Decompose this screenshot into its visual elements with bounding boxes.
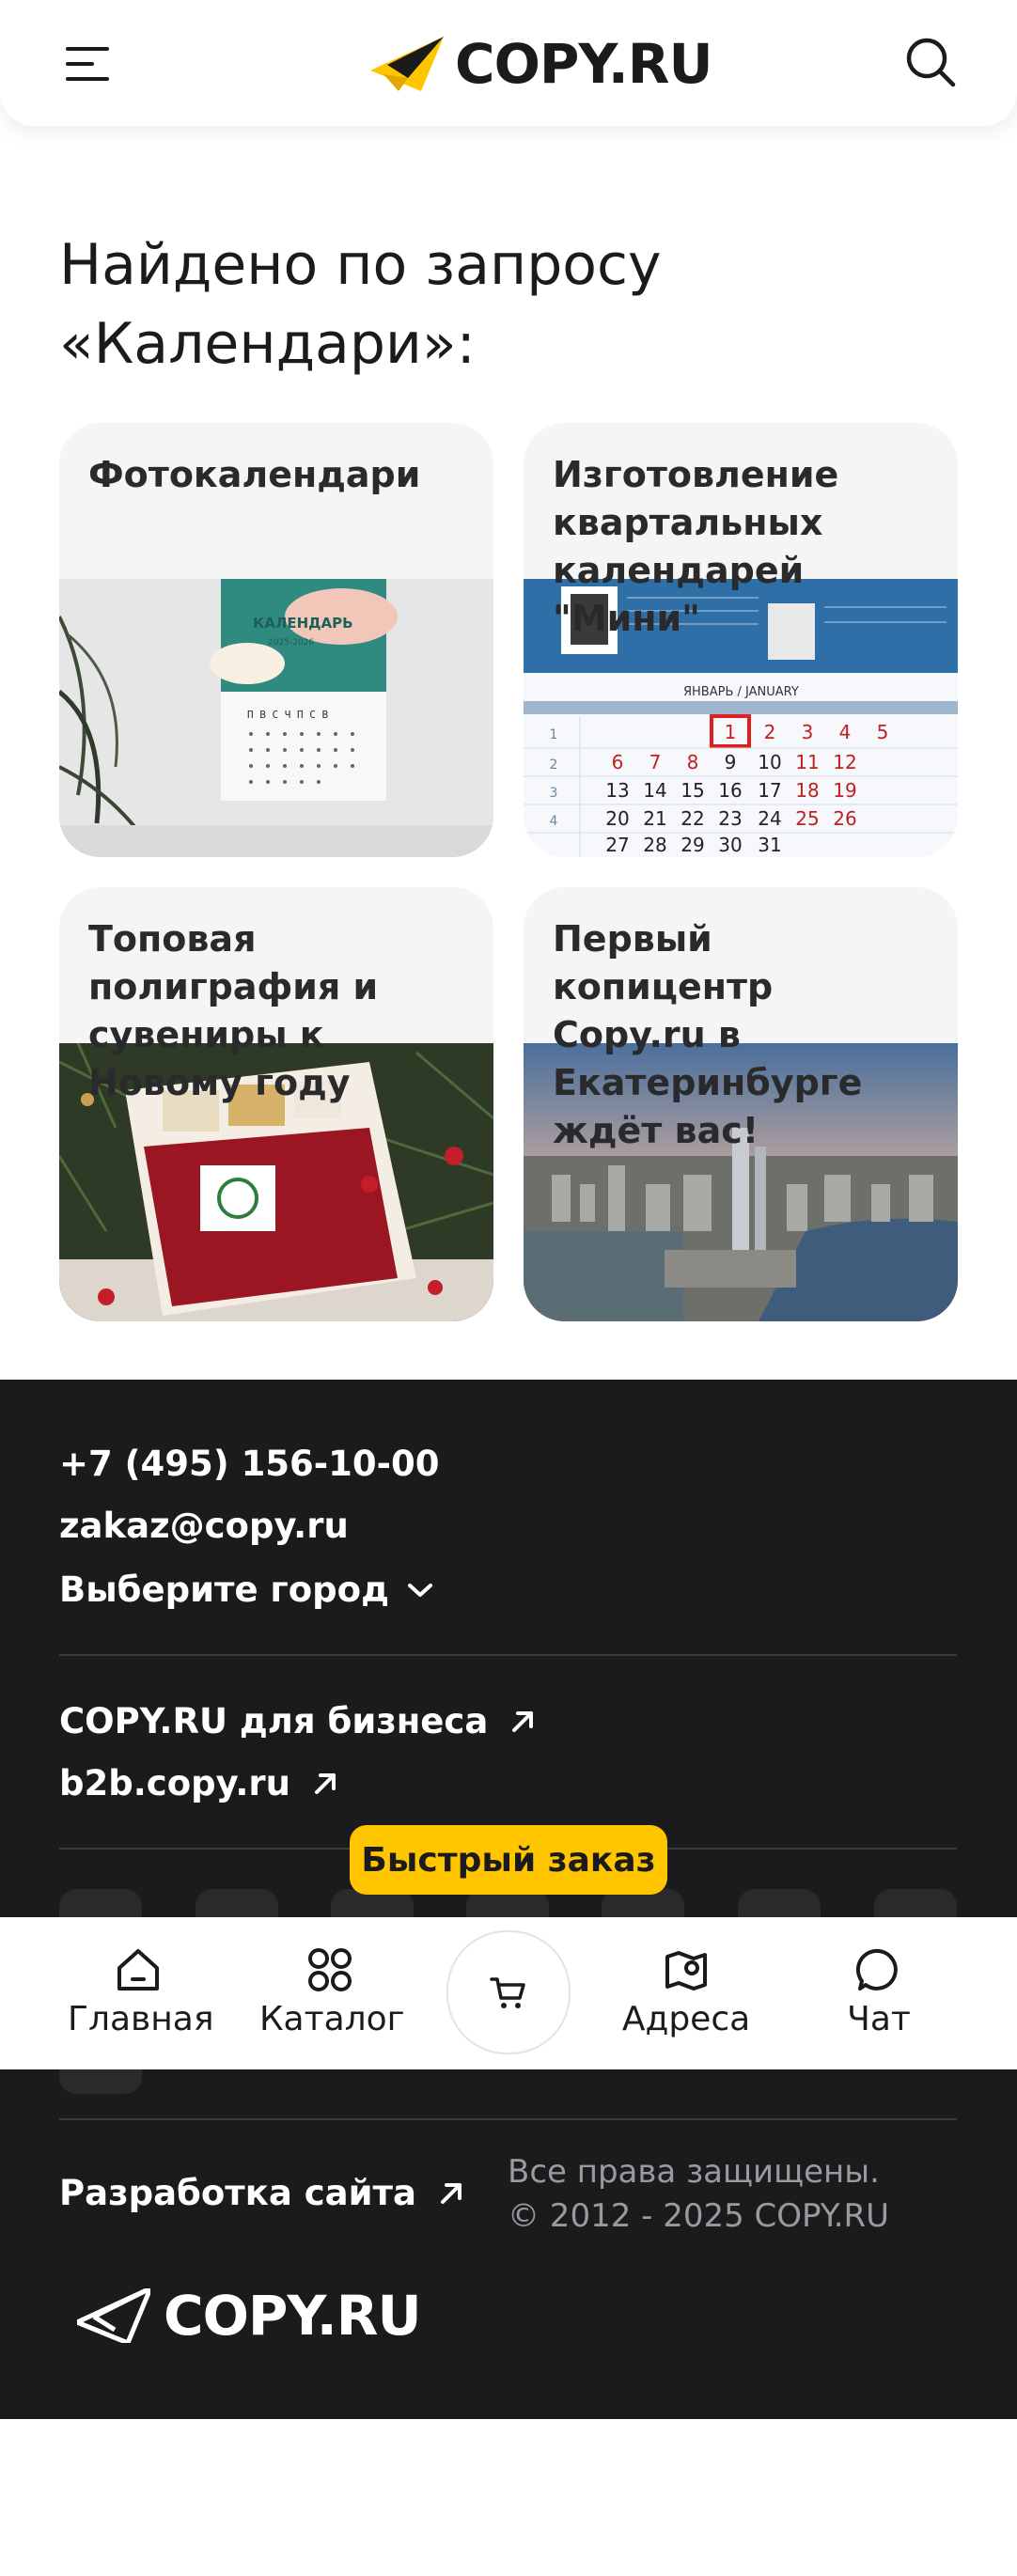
rights-text: Все права защищены.	[508, 2153, 880, 2191]
email-link[interactable]: zakaz@copy.ru	[59, 1506, 349, 1546]
weekday-letters: П В С Ч П С В	[247, 709, 328, 721]
svg-text:10: 10	[758, 751, 781, 773]
arrow-up-right-icon	[512, 1710, 534, 1732]
nav-catalog-label: Каталог	[259, 2000, 405, 2038]
business-link[interactable]: COPY.RU для бизнеса	[59, 1701, 537, 1741]
grid-icon	[308, 1948, 352, 1991]
dev-link[interactable]: Разработка сайта	[59, 2173, 465, 2213]
svg-text:5: 5	[877, 721, 889, 743]
copyright-text: © 2012 - 2025 COPY.RU	[508, 2197, 890, 2235]
header: COPY.RU	[0, 0, 1017, 126]
card-new-year-printing[interactable]: Топовая полиграфия и сувениры к Новому г…	[59, 887, 493, 1321]
nav-addresses-label: Адреса	[621, 2000, 751, 2038]
home-icon	[117, 1949, 159, 1991]
arrow-up-right-icon	[314, 1772, 336, 1794]
card-title: Фотокалендари	[88, 454, 421, 495]
card-title: Первый копицентр Copy.ru в Екатеринбурге…	[553, 918, 863, 1151]
search-icon[interactable]	[904, 36, 957, 88]
nav-catalog[interactable]: Каталог	[259, 1945, 405, 2038]
svg-text:20: 20	[605, 807, 629, 830]
bottom-nav: Главная Каталог Адреса Чат	[0, 1917, 1017, 2069]
svg-text:24: 24	[758, 807, 781, 830]
svg-text:3: 3	[802, 721, 814, 743]
hamburger-icon[interactable]	[66, 43, 109, 85]
b2b-link[interactable]: b2b.copy.ru	[59, 1763, 339, 1803]
svg-text:23: 23	[718, 807, 742, 830]
paper-plane-icon	[370, 37, 444, 91]
svg-text:3: 3	[550, 786, 558, 801]
paper-plane-icon	[77, 2288, 150, 2343]
page-title: Найдено по запросу «Календари»:	[59, 232, 662, 377]
divider	[59, 2118, 957, 2120]
svg-text:21: 21	[643, 807, 666, 830]
divider	[59, 1654, 957, 1656]
card-quarterly-calendars[interactable]: Изготовление квартальных календарей "Мин…	[524, 423, 958, 857]
svg-text:4: 4	[839, 721, 852, 743]
svg-text:6: 6	[612, 751, 624, 773]
svg-text:4: 4	[550, 814, 558, 829]
nav-chat-label: Чат	[847, 2000, 911, 2038]
copyright: Все права защищены. © 2012 - 2025 COPY.R…	[508, 2150, 889, 2239]
svg-text:25: 25	[795, 807, 819, 830]
calendar-photo-sublabel: 2025-2026	[268, 638, 314, 648]
svg-text:2: 2	[764, 721, 776, 743]
svg-text:28: 28	[643, 834, 666, 856]
footer-logo[interactable]: COPY.RU	[77, 2284, 422, 2348]
arrow-up-right-icon	[440, 2182, 462, 2204]
city-select-label: Выберите город	[59, 1569, 389, 1610]
phone-link[interactable]: +7 (495) 156-10-00	[59, 1444, 440, 1484]
nav-addresses[interactable]: Адреса	[611, 1945, 761, 2038]
quick-order-button[interactable]: Быстрый заказ	[350, 1825, 667, 1895]
svg-text:2: 2	[550, 757, 558, 773]
svg-text:18: 18	[795, 779, 819, 802]
map-icon	[665, 1951, 707, 1991]
business-link-label: COPY.RU для бизнеса	[59, 1701, 489, 1741]
svg-text:13: 13	[605, 779, 629, 802]
svg-text:12: 12	[833, 751, 856, 773]
quarterly-month: ЯНВАРЬ / JANUARY	[683, 685, 799, 699]
svg-text:27: 27	[605, 834, 629, 856]
svg-text:17: 17	[758, 779, 781, 802]
nav-home[interactable]: Главная	[68, 1945, 214, 2038]
svg-text:22: 22	[681, 807, 704, 830]
nav-chat[interactable]: Чат	[827, 1945, 931, 2038]
footer-logo-text: COPY.RU	[164, 2284, 422, 2348]
svg-text:16: 16	[718, 779, 742, 802]
svg-text:14: 14	[643, 779, 666, 802]
svg-text:31: 31	[758, 834, 781, 856]
card-title: Топовая полиграфия и сувениры к Новому г…	[88, 918, 379, 1103]
cart-button[interactable]	[446, 1930, 571, 2054]
photo-calendar-image: КАЛЕНДАРЬ 2025-2026 П В С Ч П С В	[59, 579, 493, 857]
svg-text:15: 15	[681, 779, 704, 802]
chat-bubble-icon	[855, 1948, 898, 1991]
card-title: Изготовление квартальных календарей "Мин…	[553, 454, 839, 639]
svg-text:8: 8	[687, 751, 699, 773]
svg-text:30: 30	[718, 834, 742, 856]
logo-text: COPY.RU	[455, 32, 713, 96]
cart-icon	[490, 1977, 525, 2008]
card-ekaterinburg-center[interactable]: Первый копицентр Copy.ru в Екатеринбурге…	[524, 887, 958, 1321]
svg-text:1: 1	[550, 727, 558, 742]
svg-text:7: 7	[649, 751, 662, 773]
logo[interactable]: COPY.RU	[370, 32, 713, 96]
svg-text:11: 11	[795, 751, 819, 773]
chevron-down-icon	[407, 1583, 432, 1597]
b2b-link-label: b2b.copy.ru	[59, 1763, 290, 1803]
svg-text:19: 19	[833, 779, 856, 802]
svg-text:26: 26	[833, 807, 856, 830]
svg-text:9: 9	[725, 751, 737, 773]
card-photo-calendars[interactable]: Фотокалендари КАЛЕНДАРЬ 2025-2026 П В С …	[59, 423, 493, 857]
nav-home-label: Главная	[68, 2000, 214, 2038]
dev-link-label: Разработка сайта	[59, 2173, 416, 2213]
social-button[interactable]	[59, 2066, 142, 2094]
calendar-photo-label: КАЛЕНДАРЬ	[253, 615, 353, 632]
city-select[interactable]: Выберите город	[59, 1569, 434, 1610]
svg-text:1: 1	[725, 721, 737, 743]
svg-text:29: 29	[681, 834, 704, 856]
